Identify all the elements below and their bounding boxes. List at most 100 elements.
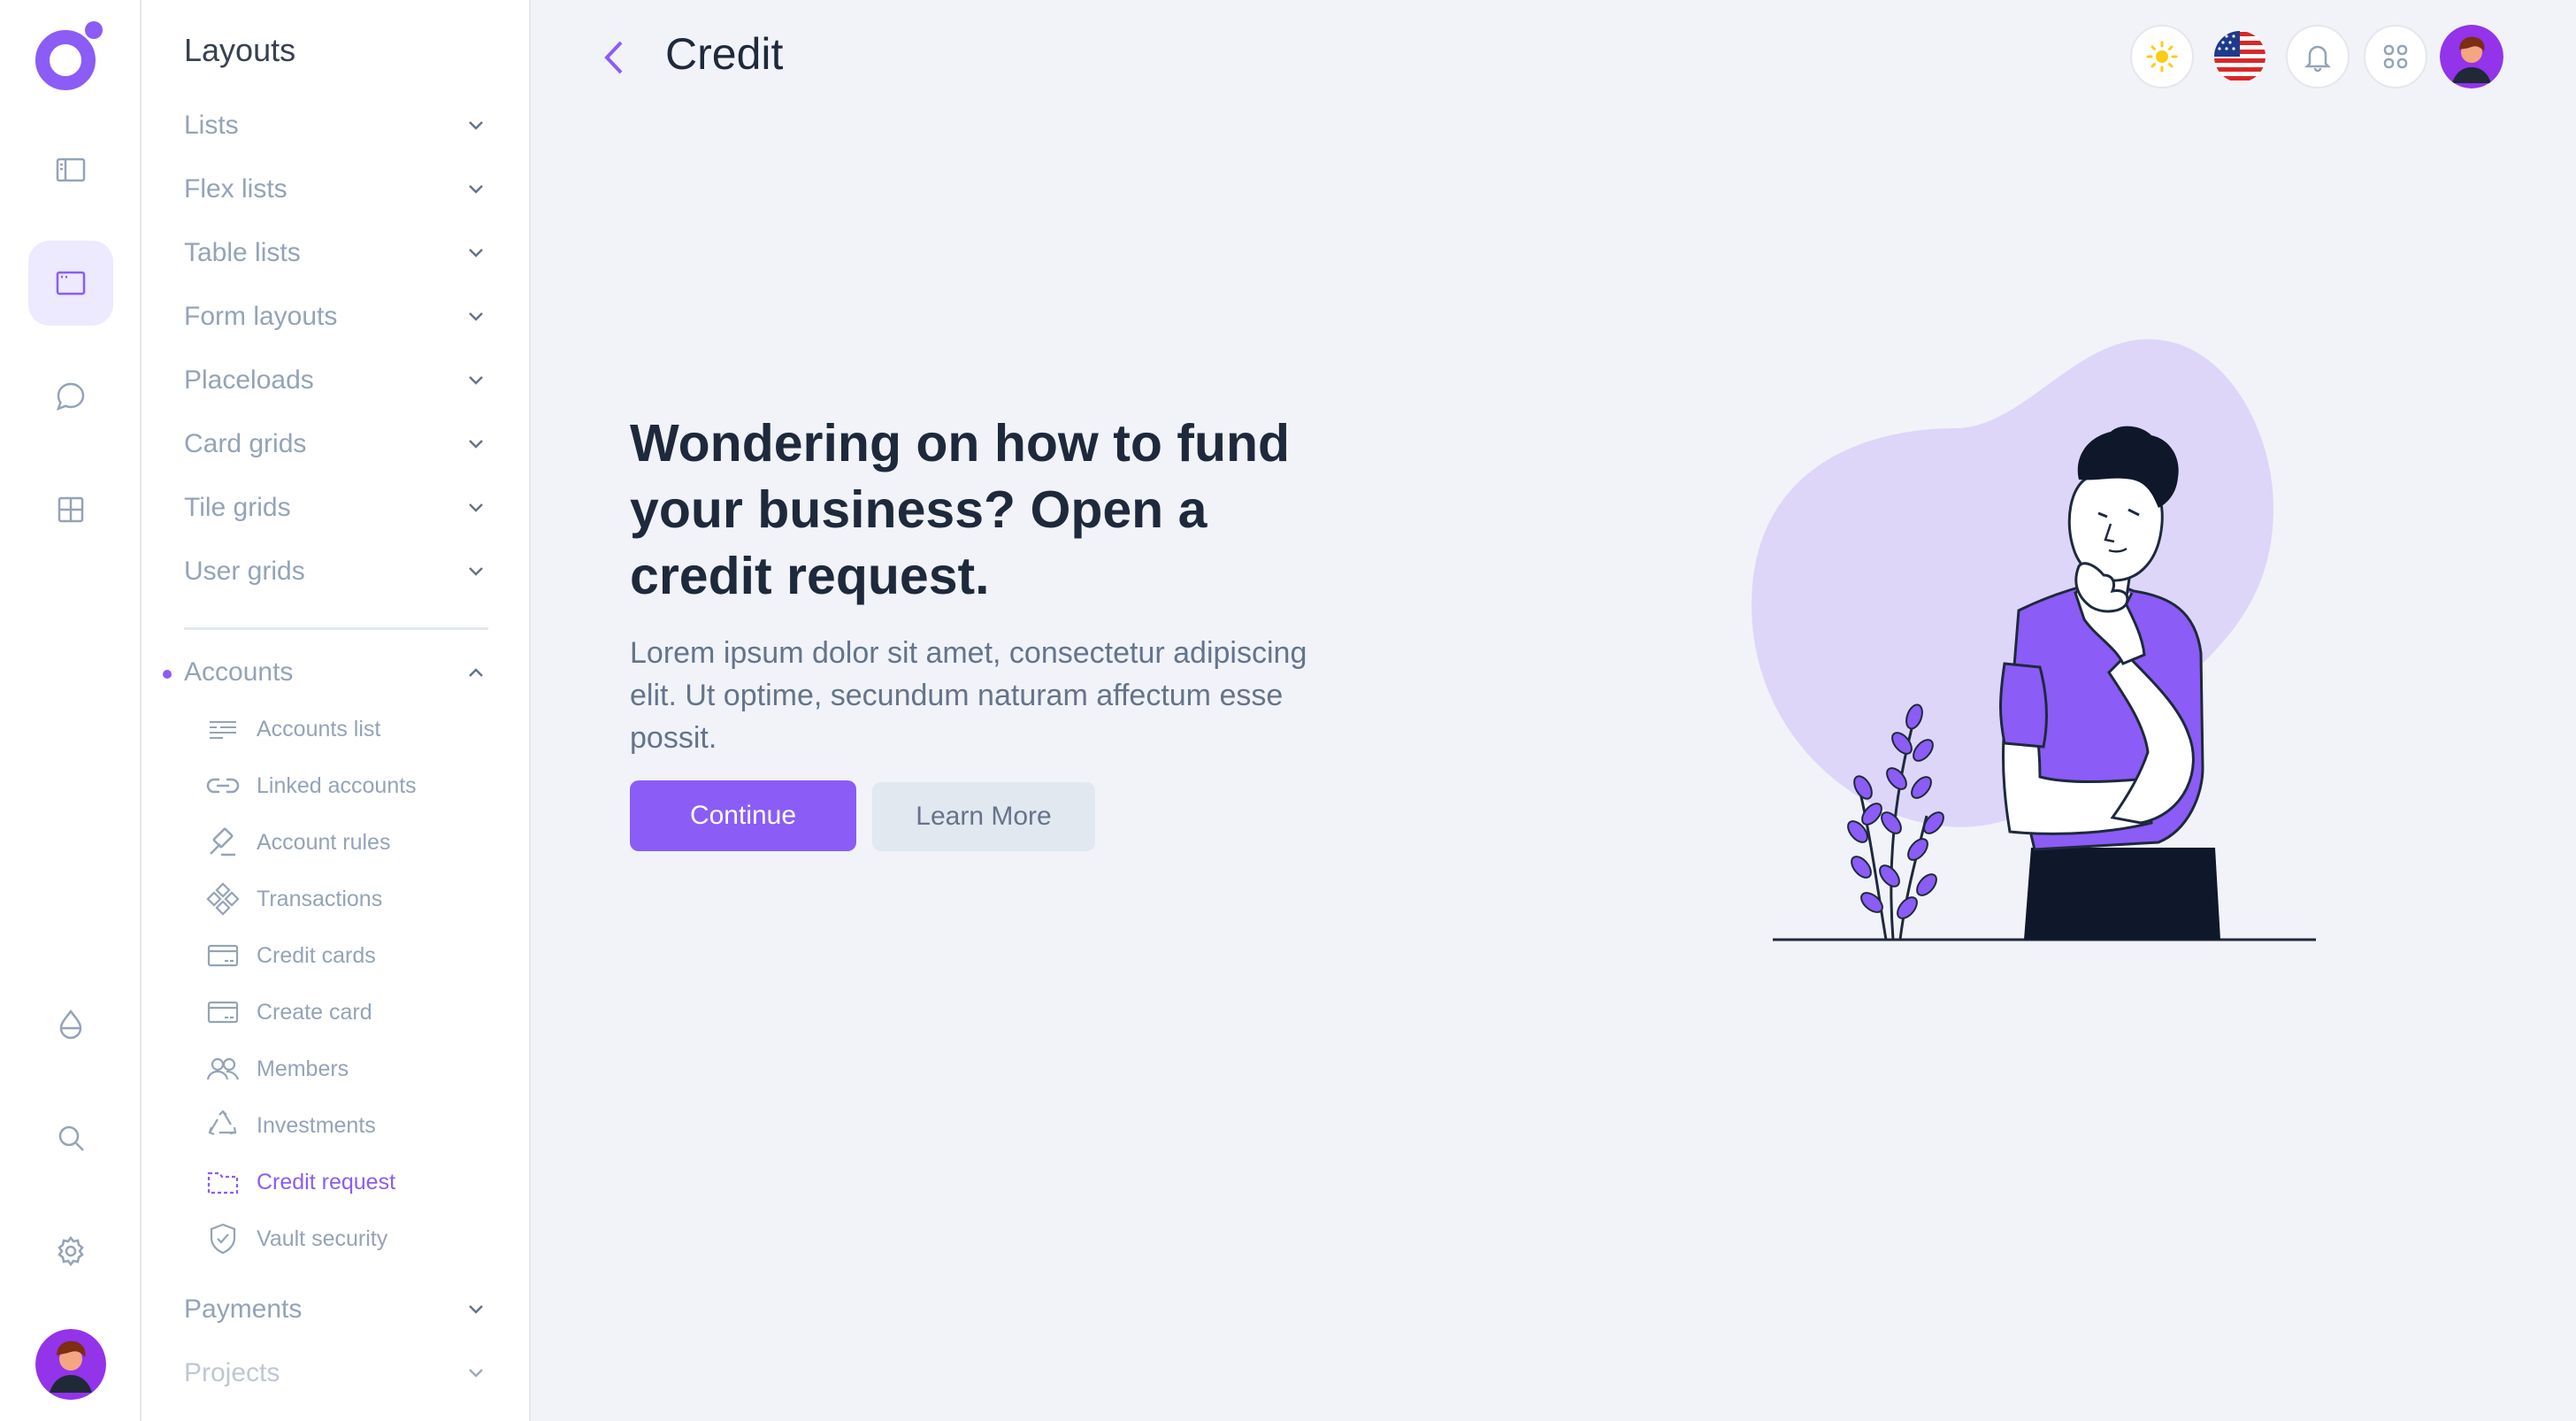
- credit-request-icon: [207, 1171, 239, 1194]
- settings-nav-button[interactable]: [28, 1209, 113, 1294]
- chevron-down-icon: [469, 121, 483, 130]
- grid-nav-button[interactable]: [28, 467, 113, 552]
- theme-drop-button[interactable]: [28, 982, 113, 1067]
- create-card-icon: [207, 1001, 239, 1024]
- droplet-icon: [59, 1009, 82, 1040]
- chevron-down-icon: [469, 440, 483, 449]
- hero-description: Lorem ipsum dolor sit amet, consectetur …: [630, 636, 1307, 755]
- search-icon: [58, 1125, 84, 1151]
- sub-item-accounts-list[interactable]: Accounts list: [205, 706, 488, 752]
- sub-item-credit-cards[interactable]: Credit cards: [205, 933, 488, 979]
- sidebar-panel-icon: [56, 157, 86, 182]
- menu-item-flex-lists[interactable]: Flex lists: [184, 163, 488, 216]
- grid-icon: [58, 496, 84, 523]
- menu-item-label: User grids: [184, 557, 305, 586]
- active-section-dot: [163, 670, 172, 679]
- sub-item-members[interactable]: Members: [205, 1046, 488, 1092]
- chevron-down-icon: [469, 376, 483, 385]
- credit-card-icon: [207, 944, 239, 967]
- sub-item-create-card[interactable]: Create card: [205, 989, 488, 1035]
- chevron-down-icon: [469, 185, 483, 194]
- us-flag-icon: [2214, 31, 2266, 82]
- user-avatar[interactable]: [35, 1329, 106, 1400]
- menu-item-label: Projects: [184, 1358, 280, 1387]
- chevron-down-icon: [469, 1305, 483, 1314]
- menu-item-tile-grids[interactable]: Tile grids: [184, 481, 488, 534]
- thinking-man-illustration: [1752, 339, 2316, 941]
- sub-item-label: Linked accounts: [257, 772, 417, 798]
- menu-item-label: Form layouts: [184, 302, 338, 331]
- continue-button[interactable]: Continue: [630, 780, 856, 851]
- notifications-button[interactable]: [2286, 25, 2350, 88]
- menu-item-form-layouts[interactable]: Form layouts: [184, 290, 488, 343]
- menu-divider: [184, 627, 488, 630]
- chevron-down-icon: [469, 312, 483, 321]
- sub-item-transactions[interactable]: Transactions: [205, 876, 488, 922]
- recycle-icon: [208, 1110, 237, 1136]
- menu-item-label: Flex lists: [184, 174, 288, 204]
- menu-item-accounts[interactable]: Accounts: [184, 646, 488, 699]
- link-icon: [206, 778, 240, 794]
- sub-item-label: Members: [257, 1056, 349, 1081]
- menu-item-lists[interactable]: Lists: [184, 99, 488, 152]
- page-title: Credit: [665, 29, 784, 79]
- sub-item-label: Accounts list: [257, 716, 381, 741]
- gavel-icon: [210, 827, 235, 856]
- menu-item-label: Table lists: [184, 238, 301, 267]
- menu-item-label: Accounts: [184, 657, 294, 687]
- sub-item-credit-request[interactable]: Credit request: [205, 1159, 488, 1205]
- menu-item-placeloads[interactable]: Placeloads: [184, 354, 488, 407]
- menu-item-card-grids[interactable]: Card grids: [184, 418, 488, 471]
- gear-icon: [58, 1235, 84, 1267]
- transactions-icon: [206, 882, 240, 916]
- language-button[interactable]: [2208, 25, 2272, 88]
- apps-button[interactable]: [2364, 25, 2427, 88]
- back-arrow-icon[interactable]: [591, 32, 635, 83]
- menu-item-user-grids[interactable]: User grids: [184, 545, 488, 598]
- sub-item-label: Vault security: [257, 1225, 388, 1251]
- sun-icon: [2146, 41, 2178, 73]
- list-icon: [210, 721, 236, 739]
- menu-item-projects[interactable]: Projects: [184, 1347, 488, 1400]
- chevron-down-icon: [469, 567, 483, 576]
- menu-item-table-lists[interactable]: Table lists: [184, 227, 488, 280]
- members-icon: [206, 1057, 240, 1080]
- sub-item-investments[interactable]: Investments: [205, 1102, 488, 1148]
- menu-item-label: Payments: [184, 1294, 303, 1324]
- menu-item-payments[interactable]: Payments: [184, 1283, 488, 1336]
- search-nav-button[interactable]: [28, 1095, 113, 1180]
- menu-title: Layouts: [184, 32, 296, 68]
- shield-icon: [210, 1223, 236, 1255]
- browser-window-icon: [56, 271, 86, 296]
- sub-item-label: Transactions: [257, 886, 383, 911]
- sub-item-label: Credit cards: [257, 942, 376, 968]
- app-logo[interactable]: [34, 19, 108, 94]
- chevron-down-icon: [469, 503, 483, 512]
- sidebar-toggle-button[interactable]: [28, 127, 113, 212]
- menu-item-label: Tile grids: [184, 493, 291, 522]
- apps-grid-icon: [2383, 44, 2408, 69]
- menu-item-label: Lists: [184, 111, 239, 140]
- learn-more-button[interactable]: Learn More: [872, 782, 1095, 851]
- menu-item-label: Placeloads: [184, 365, 314, 395]
- sub-item-label: Account rules: [257, 829, 391, 855]
- sub-item-vault-security[interactable]: Vault security: [205, 1216, 488, 1262]
- chevron-down-icon: [469, 1369, 483, 1378]
- layouts-menu-panel: Layouts Lists Flex lists Table lists For…: [142, 0, 531, 1421]
- messages-nav-button[interactable]: [28, 354, 113, 439]
- sub-item-account-rules[interactable]: Account rules: [205, 819, 488, 865]
- chevron-down-icon: [469, 249, 483, 257]
- chat-bubble-icon: [56, 382, 85, 411]
- profile-avatar[interactable]: [2440, 25, 2503, 88]
- menu-item-label: Card grids: [184, 429, 307, 458]
- layouts-nav-button[interactable]: [28, 241, 113, 326]
- bell-icon: [2304, 45, 2332, 73]
- sub-item-linked-accounts[interactable]: Linked accounts: [205, 763, 488, 809]
- sub-item-label: Investments: [257, 1112, 376, 1138]
- sub-item-label: Credit request: [257, 1169, 396, 1194]
- icon-rail: [0, 0, 142, 1421]
- theme-toggle-button[interactable]: [2130, 25, 2194, 88]
- sub-item-label: Create card: [257, 999, 372, 1025]
- hero-title: Wondering on how to fund your business? …: [630, 414, 1291, 605]
- chevron-up-icon: [469, 668, 483, 677]
